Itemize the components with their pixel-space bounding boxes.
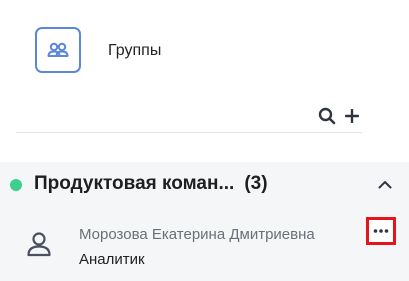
member-role: Аналитик	[79, 251, 145, 268]
people-icon	[47, 42, 69, 57]
groups-icon[interactable]	[35, 27, 81, 73]
collapse-button[interactable]	[375, 176, 395, 192]
add-group-button[interactable]	[341, 105, 363, 127]
member-row[interactable]: Морозова Екатерина Дмитриевна Аналитик	[0, 212, 409, 281]
member-name: Морозова Екатерина Дмитриевна	[79, 226, 315, 243]
member-menu-button[interactable]	[366, 217, 396, 245]
group-header[interactable]: Продуктовая коман... (3)	[34, 173, 268, 195]
groups-header: Группы	[0, 0, 409, 105]
chevron-up-icon	[378, 180, 392, 188]
page-title: Группы	[108, 42, 162, 59]
group-member-count: (3)	[244, 173, 268, 194]
search-icon	[318, 107, 336, 125]
group-name: Продуктовая коман...	[34, 173, 235, 194]
groups-toolbar	[16, 100, 362, 133]
status-indicator	[10, 179, 22, 191]
user-icon	[27, 232, 51, 257]
plus-icon	[345, 109, 359, 123]
search-button[interactable]	[316, 105, 338, 127]
more-horizontal-icon	[373, 229, 389, 233]
group-section: Продуктовая коман... (3) Морозова Екатери…	[0, 162, 409, 281]
